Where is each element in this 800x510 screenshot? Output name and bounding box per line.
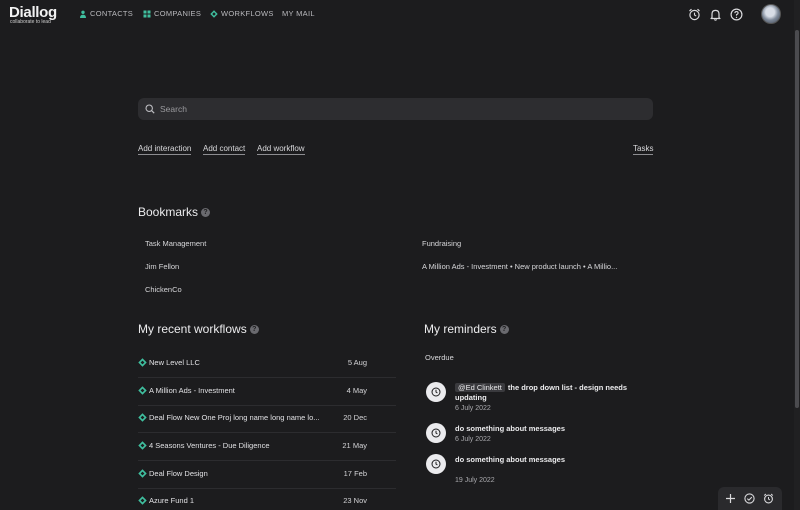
- reminders-heading: My reminders ?: [424, 322, 509, 336]
- clock-icon: [431, 428, 441, 438]
- bell-icon[interactable]: [709, 8, 722, 21]
- nav-workflows-label: WORKFLOWS: [221, 9, 274, 18]
- nav-my-mail[interactable]: MY MAIL: [282, 9, 315, 18]
- workflow-name: Deal Flow Design: [149, 469, 208, 478]
- bookmarks-heading: Bookmarks ?: [138, 205, 211, 219]
- reminder-date: 6 July 2022: [455, 436, 491, 443]
- nav-workflows[interactable]: WORKFLOWS: [210, 9, 274, 18]
- reminder-text: @Ed Clinkett the drop down list - design …: [455, 383, 640, 403]
- reminder-body: do something about messages: [455, 424, 566, 433]
- bookmarks-title: Bookmarks: [138, 205, 199, 219]
- reminders-title: My reminders: [424, 322, 497, 336]
- plus-icon[interactable]: [725, 493, 736, 504]
- search-bar[interactable]: [138, 98, 653, 120]
- diamond-icon: [138, 496, 147, 505]
- reminder-item[interactable]: do something about messages 19 July 2022: [426, 454, 656, 488]
- workflow-name: Deal Flow New One Proj long name long na…: [149, 413, 320, 422]
- workflow-row[interactable]: New Level LLC 5 Aug: [138, 351, 396, 378]
- diamond-icon: [210, 9, 218, 18]
- reminder-item[interactable]: do something about messages 6 July 2022: [426, 423, 656, 445]
- bookmark-item[interactable]: Task Management: [145, 239, 206, 248]
- search-icon: [145, 104, 155, 114]
- tasks-link[interactable]: Tasks: [633, 144, 654, 155]
- add-workflow-link[interactable]: Add workflow: [257, 144, 305, 155]
- grid-icon: [143, 10, 151, 17]
- reminder-text: do something about messages: [455, 424, 640, 434]
- workflow-date: 21 May: [342, 441, 367, 450]
- add-interaction-link[interactable]: Add interaction: [138, 144, 192, 155]
- workflow-date: 20 Dec: [343, 413, 367, 422]
- alarm-icon[interactable]: [688, 8, 701, 21]
- workflow-name: 4 Seasons Ventures - Due Diligence: [149, 441, 270, 450]
- clock-icon: [431, 459, 441, 469]
- workflow-date: 17 Feb: [343, 469, 367, 478]
- workflow-row[interactable]: Deal Flow Design 17 Feb: [138, 462, 396, 489]
- person-icon: [80, 10, 86, 18]
- top-nav: Diallog collaborate to lead CONTACTS COM…: [0, 0, 800, 28]
- bookmark-item[interactable]: Jim Fellon: [145, 262, 179, 271]
- nav-companies-label: COMPANIES: [154, 9, 202, 18]
- workflow-row[interactable]: Azure Fund 1 23 Nov: [138, 489, 396, 510]
- bookmark-item[interactable]: Fundraising: [422, 239, 461, 248]
- reminder-date: 19 July 2022: [455, 477, 495, 484]
- nav-companies[interactable]: COMPANIES: [143, 9, 201, 18]
- workflow-name: Azure Fund 1: [149, 496, 195, 505]
- nav-my-mail-label: MY MAIL: [282, 9, 315, 18]
- workflow-row[interactable]: Deal Flow New One Proj long name long na…: [138, 406, 396, 433]
- search-input[interactable]: [160, 98, 640, 120]
- bookmark-item[interactable]: ChickenCo: [145, 285, 182, 294]
- nav-contacts-label: CONTACTS: [90, 9, 134, 18]
- clock-icon: [431, 387, 441, 397]
- alarm-icon[interactable]: [763, 493, 774, 504]
- workflow-date: 23 Nov: [343, 496, 367, 505]
- check-circle-icon[interactable]: [744, 493, 755, 504]
- workflow-date: 4 May: [346, 386, 367, 395]
- clock-button[interactable]: [426, 423, 446, 443]
- recent-workflows-title: My recent workflows: [138, 322, 247, 336]
- reminder-body: do something about messages: [455, 455, 566, 464]
- mention-tag[interactable]: @Ed Clinkett: [455, 383, 505, 392]
- diamond-icon: [138, 469, 147, 478]
- diamond-icon: [138, 386, 147, 395]
- logo-tagline: collaborate to lead: [10, 19, 51, 25]
- bookmark-item[interactable]: A Million Ads - Investment • New product…: [422, 262, 617, 271]
- reminder-item[interactable]: @Ed Clinkett the drop down list - design …: [426, 382, 656, 414]
- workflow-name: A Million Ads - Investment: [149, 386, 235, 395]
- logo-wordmark: Diallog: [9, 4, 57, 21]
- workflow-name: New Level LLC: [149, 358, 200, 367]
- help-icon[interactable]: ?: [201, 207, 211, 217]
- logo[interactable]: Diallog collaborate to lead: [9, 5, 57, 25]
- diamond-icon: [138, 413, 147, 422]
- quick-actions-bar: [718, 487, 782, 510]
- clock-button[interactable]: [426, 454, 446, 474]
- workflow-row[interactable]: 4 Seasons Ventures - Due Diligence 21 Ma…: [138, 434, 396, 461]
- diamond-icon: [138, 358, 147, 367]
- scrollbar-thumb[interactable]: [795, 30, 799, 408]
- diamond-icon: [138, 441, 147, 450]
- help-icon[interactable]: ?: [249, 324, 259, 334]
- reminder-date: 6 July 2022: [455, 405, 491, 412]
- add-contact-link[interactable]: Add contact: [203, 144, 246, 155]
- help-icon[interactable]: ?: [499, 324, 509, 334]
- workflow-row[interactable]: A Million Ads - Investment 4 May: [138, 379, 396, 406]
- reminder-text: do something about messages: [455, 455, 640, 465]
- workflow-date: 5 Aug: [347, 358, 367, 367]
- clock-button[interactable]: [426, 382, 446, 402]
- recent-workflows-heading: My recent workflows ?: [138, 322, 259, 336]
- overdue-label: Overdue: [425, 353, 454, 362]
- avatar[interactable]: [761, 4, 781, 24]
- help-icon[interactable]: [730, 8, 743, 21]
- nav-contacts[interactable]: CONTACTS: [79, 9, 133, 18]
